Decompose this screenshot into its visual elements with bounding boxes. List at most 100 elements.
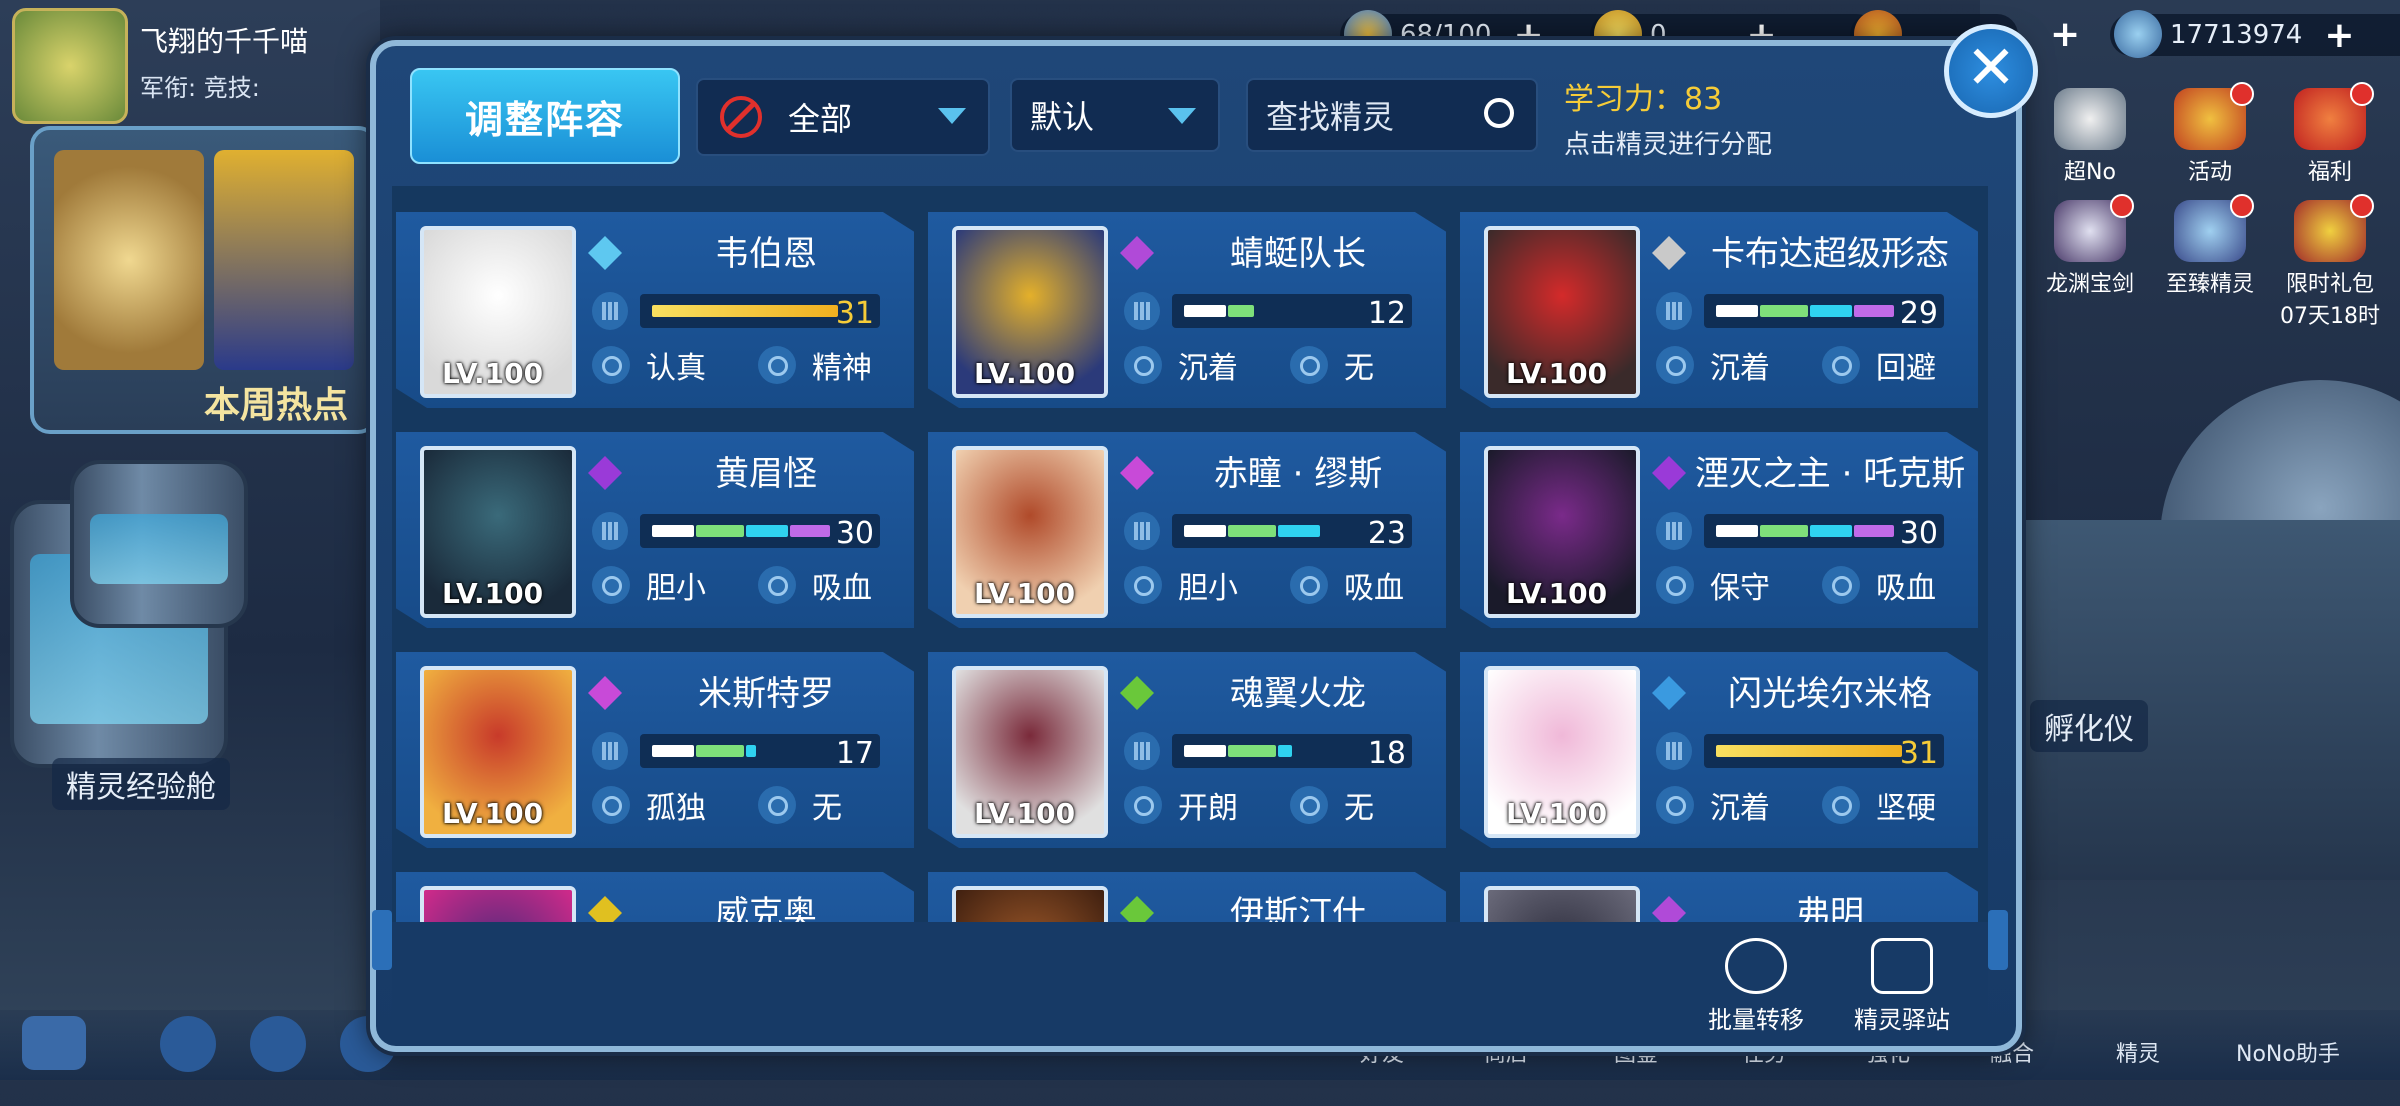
spirit-grid[interactable]: LV.100 韦伯恩 31 认真 精神 LV.100 蜻蜓队长 12 沉着无 LV.100 卡布达超… xyxy=(392,186,1988,922)
gift-pack-label: 限时礼包 xyxy=(2285,272,2374,297)
spirit-portrait: LV.100 xyxy=(1484,226,1640,398)
filter-dropdown[interactable]: 全部 xyxy=(696,78,990,156)
search-input[interactable]: 查找精灵 xyxy=(1246,78,1538,152)
learning-bar: 23 xyxy=(1124,508,1414,554)
characteristic-text: 回避 xyxy=(1876,351,1936,386)
characteristic-trait: 精神 xyxy=(758,342,872,388)
search-icon[interactable] xyxy=(1484,98,1514,128)
super-no-icon xyxy=(2054,88,2126,150)
learning-value: 31 xyxy=(1899,736,1938,771)
chat-icon[interactable] xyxy=(22,1016,86,1070)
player-avatar[interactable] xyxy=(12,8,128,124)
incubator-label[interactable]: 孵化仪 xyxy=(2030,700,2148,752)
scroll-handle-left[interactable] xyxy=(372,910,392,970)
add-gem-button[interactable]: + xyxy=(2050,14,2080,55)
characteristic-text: 吸血 xyxy=(1344,571,1404,606)
spirit-card[interactable]: LV.100 伊斯汀什 xyxy=(928,872,1446,922)
nav-nono-assistant[interactable]: NoNo助手 xyxy=(2236,1036,2340,1106)
gift-pack-button[interactable]: 限时礼包 07天18时 xyxy=(2270,194,2390,330)
supreme-spirit-button[interactable]: 至臻精灵 xyxy=(2150,194,2270,298)
notification-dot xyxy=(2230,194,2254,218)
bar-fill xyxy=(696,525,744,537)
notification-dot xyxy=(2110,194,2134,218)
stats-icon xyxy=(1656,732,1692,770)
spirit-card[interactable]: LV.100 黄眉怪 30 胆小 吸血 xyxy=(396,432,914,628)
adjust-lineup-button[interactable]: 调整阵容 xyxy=(410,68,680,164)
nature-trait: 开朗 xyxy=(1124,782,1238,828)
learning-bar: 17 xyxy=(592,728,882,774)
nav-spirits[interactable]: 精灵 xyxy=(2116,1036,2160,1106)
spirit-name: 赤瞳 · 缪斯 xyxy=(1213,454,1383,494)
spirit-station-button[interactable]: 精灵驿站 xyxy=(1842,938,1962,1035)
learning-bar: 30 xyxy=(592,508,882,554)
super-no-label: 超No xyxy=(2064,160,2116,185)
element-type-icon xyxy=(1120,456,1154,490)
characteristic-text: 吸血 xyxy=(812,571,872,606)
bar-fill xyxy=(1184,305,1226,317)
characteristic-trait: 吸血 xyxy=(1290,562,1404,608)
element-type-icon xyxy=(1120,896,1154,922)
scroll-handle-right[interactable] xyxy=(1988,910,2008,970)
element-type-icon xyxy=(1120,236,1154,270)
spirit-card[interactable]: LV.100 卡布达超级形态 29 沉着 回避 xyxy=(1460,212,1978,408)
add-coins-button[interactable]: + xyxy=(2324,15,2354,56)
chevron-down-icon xyxy=(938,108,966,124)
bar-fill xyxy=(1716,525,1758,537)
nature-text: 沉着 xyxy=(1178,351,1238,386)
bar-fill xyxy=(652,305,838,317)
nature-text: 胆小 xyxy=(1178,571,1238,606)
exp-cabin-label[interactable]: 精灵经验舱 xyxy=(52,758,230,810)
spirit-card[interactable]: LV.100 韦伯恩 31 认真 精神 xyxy=(396,212,914,408)
spirit-name: 米斯特罗 xyxy=(698,674,834,714)
mail-icon[interactable] xyxy=(250,1016,306,1072)
spirit-card[interactable]: LV.100 弗明 xyxy=(1460,872,1978,922)
bar-fill xyxy=(746,745,756,757)
activity-button[interactable]: 活动 xyxy=(2150,82,2270,186)
spirit-name: 伊斯汀什 xyxy=(1230,894,1366,922)
spirit-card[interactable]: LV.100 米斯特罗 17 孤独 无 xyxy=(396,652,914,848)
element-type-icon xyxy=(588,676,622,710)
resource-coins[interactable]: 17713974 + xyxy=(2110,10,2400,58)
spirit-name: 威克奥 xyxy=(715,894,817,922)
spirit-portrait: LV.100 xyxy=(952,226,1108,398)
welfare-button[interactable]: 福利 xyxy=(2270,82,2390,186)
characteristic-text: 精神 xyxy=(812,351,872,386)
bar-track: 12 xyxy=(1172,294,1412,331)
spirit-card[interactable]: LV.100 魂翼火龙 18 开朗 无 xyxy=(928,652,1446,848)
sort-dropdown[interactable]: 默认 xyxy=(1010,78,1220,152)
bar-fill xyxy=(1760,525,1808,537)
nature-icon xyxy=(1124,786,1162,824)
weekly-hot-banner[interactable]: 本周热点 xyxy=(30,126,378,434)
nature-text: 沉着 xyxy=(1710,351,1770,386)
spirit-name: 黄眉怪 xyxy=(715,454,817,494)
nature-trait: 保守 xyxy=(1656,562,1770,608)
welfare-label: 福利 xyxy=(2307,160,2352,185)
spirit-portrait: LV.100 xyxy=(952,666,1108,838)
stats-icon xyxy=(592,732,628,770)
spirit-card[interactable]: LV.100 赤瞳 · 缪斯 23 胆小 吸血 xyxy=(928,432,1446,628)
spirit-name: 韦伯恩 xyxy=(715,234,817,274)
characteristic-icon xyxy=(1822,566,1860,604)
eye-icon[interactable] xyxy=(160,1016,216,1072)
spirit-station-label: 精灵驿站 xyxy=(1854,1006,1950,1034)
dragon-sword-button[interactable]: 龙渊宝剑 xyxy=(2030,194,2150,298)
element-type-icon xyxy=(1652,456,1686,490)
bar-track: 23 xyxy=(1172,514,1412,551)
spirit-level: LV.100 xyxy=(1506,357,1608,390)
spirit-level: LV.100 xyxy=(974,577,1076,610)
element-type-icon xyxy=(588,896,622,922)
bar-fill xyxy=(1716,305,1758,317)
batch-transfer-button[interactable]: 批量转移 xyxy=(1696,938,1816,1035)
spirit-level: LV.100 xyxy=(442,577,544,610)
learning-bar: 30 xyxy=(1656,508,1946,554)
super-no-button[interactable]: 超No xyxy=(2030,88,2150,186)
spirit-card[interactable]: LV.100 湮灭之主 · 吒克斯 30 保守 吸血 xyxy=(1460,432,1978,628)
spirit-card[interactable]: LV.100 蜻蜓队长 12 沉着 无 xyxy=(928,212,1446,408)
bar-fill xyxy=(1760,305,1808,317)
close-button[interactable]: ✕ xyxy=(1944,24,2038,118)
spirit-card[interactable]: LV.100 威克奥 xyxy=(396,872,914,922)
spirit-card[interactable]: LV.100 闪光埃尔米格 31 沉着 坚硬 xyxy=(1460,652,1978,848)
spirit-portrait: LV.100 xyxy=(1484,666,1640,838)
nature-trait: 沉着 xyxy=(1656,782,1770,828)
bar-fill xyxy=(746,525,788,537)
